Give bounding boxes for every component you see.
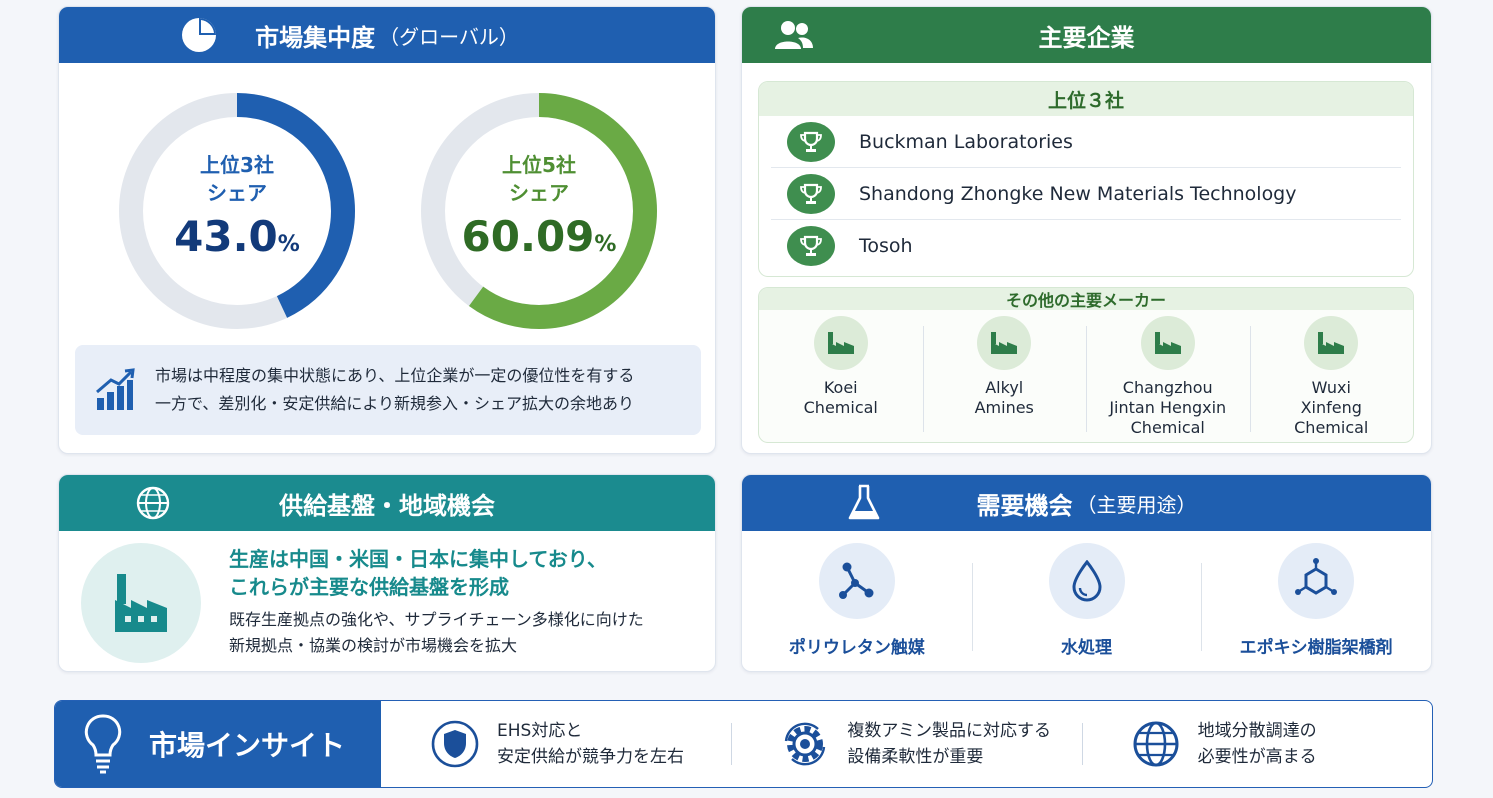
maker-name: Alkyl Amines bbox=[974, 378, 1034, 417]
factory-icon bbox=[1140, 316, 1195, 370]
demand-label: 水処理 bbox=[1061, 638, 1112, 658]
company-name: Buckman Laboratories bbox=[859, 130, 1073, 153]
demand-card: 需要機会 （主要用途） ポリウレタン触媒 水処理 エポキシ樹脂架橋剤 bbox=[741, 474, 1432, 672]
pie-chart-icon bbox=[179, 15, 219, 55]
users-icon bbox=[774, 15, 814, 55]
demand-item: 水処理 bbox=[971, 531, 1202, 671]
insight-title: 市場インサイト bbox=[149, 729, 346, 762]
top3-value: 43.0% bbox=[174, 212, 300, 261]
trophy-icon bbox=[787, 121, 835, 162]
company-row: Shandong Zhongke New Materials Technolog… bbox=[771, 168, 1401, 220]
demand-title: 需要機会 bbox=[976, 491, 1073, 520]
demand-header: 需要機会 （主要用途） bbox=[742, 475, 1431, 531]
factory-icon bbox=[81, 543, 201, 663]
supply-headline: 生産は中国・米国・日本に集中しており、 これらが主要な供給基盤を形成 bbox=[229, 547, 607, 599]
top3-label: 上位3社 bbox=[200, 153, 274, 177]
maker-item: Changzhou Jintan Hengxin Chemical bbox=[1086, 310, 1250, 442]
factory-icon bbox=[1304, 316, 1359, 370]
insight-header: 市場インサイト bbox=[55, 701, 381, 787]
demand-item: ポリウレタン触媒 bbox=[742, 531, 972, 671]
concentration-title: 市場集中度 bbox=[255, 23, 376, 52]
demand-label: エポキシ樹脂架橋剤 bbox=[1239, 638, 1393, 658]
company-row: Tosoh bbox=[771, 220, 1401, 272]
concentration-card: 市場集中度 （グローバル） 上位3社 シェア 43.0% 上位5社 シェア 60… bbox=[58, 6, 716, 454]
molecule-icon bbox=[818, 543, 895, 619]
maker-item: Koei Chemical bbox=[759, 310, 923, 442]
growth-chart-icon bbox=[75, 368, 155, 412]
insight-item: 地域分散調達の 必要性が高まる bbox=[1081, 701, 1432, 787]
supply-text: 既存生産拠点の強化や、サプライチェーン多様化に向けた 新規拠点・協業の検討が市場… bbox=[229, 610, 644, 655]
supply-title: 供給基盤・地域機会 bbox=[279, 491, 495, 520]
shield-icon bbox=[429, 718, 481, 770]
companies-header: 主要企業 bbox=[742, 7, 1431, 63]
insight-item: 複数アミン製品に対応する 設備柔軟性が重要 bbox=[731, 701, 1081, 787]
maker-item: Alkyl Amines bbox=[922, 310, 1087, 442]
factory-icon bbox=[977, 316, 1032, 370]
trophy-icon bbox=[787, 226, 835, 266]
lightbulb-icon bbox=[73, 713, 133, 775]
maker-name: Koei Chemical bbox=[803, 378, 878, 417]
globe-icon bbox=[133, 483, 173, 523]
company-name: Tosoh bbox=[859, 235, 913, 257]
supply-header: 供給基盤・地域機会 bbox=[59, 475, 715, 531]
supply-card: 供給基盤・地域機会 生産は中国・米国・日本に集中しており、 これらが主要な供給基… bbox=[58, 474, 716, 672]
top5-value: 60.09% bbox=[461, 212, 617, 261]
top3-donut: 上位3社 シェア 43.0% bbox=[117, 91, 357, 331]
water-drop-icon bbox=[1048, 543, 1125, 619]
insight-text: 複数アミン製品に対応する 設備柔軟性が重要 bbox=[847, 721, 1051, 767]
top5-label-share: シェア bbox=[509, 181, 569, 205]
companies-title: 主要企業 bbox=[1038, 23, 1135, 52]
maker-name: Wuxi Xinfeng Chemical bbox=[1294, 378, 1369, 437]
demand-label: ポリウレタン触媒 bbox=[788, 638, 925, 658]
trophy-icon bbox=[787, 173, 835, 214]
insight-text: EHS対応と 安定供給が競争力を左右 bbox=[497, 721, 684, 767]
factory-icon bbox=[813, 316, 868, 370]
maker-item: Wuxi Xinfeng Chemical bbox=[1249, 310, 1414, 442]
company-name: Shandong Zhongke New Materials Technolog… bbox=[859, 182, 1297, 205]
other-makers: その他の主要メーカー Koei Chemical Alkyl Amines Ch… bbox=[758, 287, 1414, 443]
flask-icon bbox=[844, 483, 884, 523]
concentration-note: 市場は中程度の集中状態にあり、上位企業が一定の優位性を有する 一方で、差別化・安… bbox=[75, 345, 701, 435]
concentration-header: 市場集中度 （グローバル） bbox=[59, 7, 715, 63]
globe-icon bbox=[1130, 718, 1182, 770]
concentration-title-sub: （グローバル） bbox=[379, 24, 519, 49]
top3-label-share: シェア bbox=[207, 181, 267, 205]
top3-companies: 上位３社 Buckman Laboratories Shandong Zhong… bbox=[758, 81, 1414, 277]
top3-title: 上位３社 bbox=[759, 82, 1413, 116]
insight-item: EHS対応と 安定供給が競争力を左右 bbox=[381, 701, 731, 787]
demand-item: エポキシ樹脂架橋剤 bbox=[1201, 531, 1431, 671]
insight-bar: 市場インサイト EHS対応と 安定供給が競争力を左右 複数アミン製品に対応する … bbox=[54, 700, 1433, 788]
other-makers-title: その他の主要メーカー bbox=[759, 288, 1413, 310]
companies-card: 主要企業 上位３社 Buckman Laboratories Shandong … bbox=[741, 6, 1432, 454]
top5-donut: 上位5社 シェア 60.09% bbox=[419, 91, 659, 331]
note-line-2: 一方で、差別化・安定供給により新規参入・シェア拡大の余地あり bbox=[155, 394, 635, 413]
maker-name: Changzhou Jintan Hengxin Chemical bbox=[1109, 378, 1227, 437]
insight-text: 地域分散調達の 必要性が高まる bbox=[1197, 721, 1317, 767]
hexagon-molecule-icon bbox=[1278, 543, 1355, 619]
gear-icon bbox=[779, 718, 831, 770]
top5-label: 上位5社 bbox=[502, 153, 576, 177]
company-row: Buckman Laboratories bbox=[771, 116, 1401, 168]
note-line-1: 市場は中程度の集中状態にあり、上位企業が一定の優位性を有する bbox=[155, 366, 635, 385]
demand-title-sub: （主要用途） bbox=[1076, 492, 1197, 517]
